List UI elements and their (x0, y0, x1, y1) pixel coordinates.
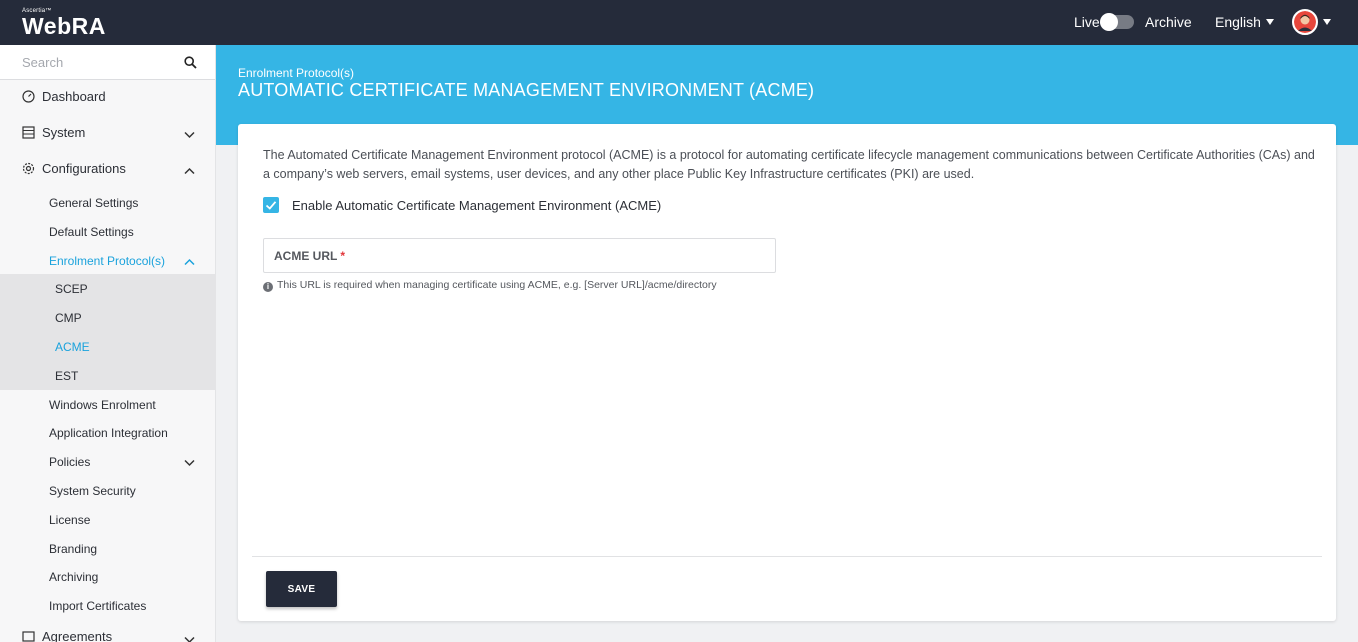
sidebar-item-agreements[interactable]: Agreements (0, 623, 216, 642)
sidebar-item-enrolment-protocols[interactable]: Enrolment Protocol(s) (0, 246, 216, 275)
chevron-up-icon (184, 255, 195, 269)
dashboard-icon (22, 90, 35, 106)
breadcrumb[interactable]: Enrolment Protocol(s) (238, 66, 354, 80)
sidebar-item-policies[interactable]: Policies (0, 447, 216, 476)
user-menu[interactable] (1292, 9, 1331, 35)
description-text: The Automated Certificate Management Env… (263, 148, 1315, 181)
sidebar-item-label: Branding (49, 542, 98, 556)
sidebar-item-label: Configurations (42, 161, 126, 176)
info-icon: i (263, 282, 273, 292)
sidebar-item-acme[interactable]: ACME (0, 332, 216, 361)
acme-url-label: ACME URL * (274, 249, 345, 263)
chevron-down-icon (184, 632, 195, 642)
sidebar-item-general-settings[interactable]: General Settings (0, 188, 216, 217)
sidebar-item-label: Archiving (49, 570, 99, 584)
caret-down-icon (1265, 19, 1274, 25)
avatar (1292, 9, 1318, 35)
language-label: English (1215, 14, 1261, 30)
sidebar-item-license[interactable]: License (0, 505, 216, 534)
sidebar-item-scep[interactable]: SCEP (0, 274, 216, 303)
caret-down-icon (1323, 19, 1331, 25)
sidebar-item-system[interactable]: System (0, 115, 216, 151)
sidebar-item-label: CMP (55, 311, 82, 325)
live-archive-toggle[interactable] (1100, 13, 1134, 31)
sidebar-item-dashboard[interactable]: Dashboard (0, 79, 216, 115)
sidebar: Dashboard System Configurations General … (0, 45, 216, 642)
sidebar-item-import-certificates[interactable]: Import Certificates (0, 591, 216, 620)
save-button[interactable]: SAVE (266, 571, 337, 607)
sidebar-item-application-integration[interactable]: Application Integration (0, 418, 216, 447)
sidebar-item-label: SCEP (55, 282, 88, 296)
gear-icon (22, 162, 35, 178)
sidebar-item-label: Policies (49, 455, 91, 469)
toggle-knob (1100, 13, 1118, 31)
sidebar-item-branding[interactable]: Branding (0, 534, 216, 563)
sidebar-item-label: ACME (55, 340, 90, 354)
language-selector[interactable]: English (1215, 14, 1274, 30)
sidebar-item-label: System (42, 125, 86, 140)
brand-name: WebRA (22, 13, 106, 39)
required-asterisk: * (340, 249, 345, 263)
check-icon (265, 201, 277, 210)
sidebar-item-label: Default Settings (49, 225, 134, 239)
search-input[interactable] (22, 55, 172, 70)
hint-text: This URL is required when managing certi… (277, 279, 717, 291)
sidebar-item-label: System Security (49, 484, 136, 498)
archive-label: Archive (1145, 14, 1192, 30)
divider (252, 556, 1322, 557)
settings-card: The Automated Certificate Management Env… (238, 124, 1336, 621)
sidebar-search (0, 45, 215, 80)
top-bar: Ascertia™ WebRA Live Archive English (0, 0, 1358, 45)
agreements-icon (22, 630, 35, 642)
sidebar-item-cmp[interactable]: CMP (0, 303, 216, 332)
sidebar-item-est[interactable]: EST (0, 361, 216, 390)
sidebar-item-label: General Settings (49, 196, 139, 210)
page-title: AUTOMATIC CERTIFICATE MANAGEMENT ENVIRON… (238, 80, 815, 100)
enable-acme-label[interactable]: Enable Automatic Certificate Management … (292, 198, 661, 213)
acme-url-field[interactable]: ACME URL * (263, 238, 776, 273)
system-icon (22, 126, 35, 142)
acme-url-hint: i This URL is required when managing cert… (263, 279, 717, 292)
chevron-down-icon (184, 456, 195, 470)
sidebar-item-label: Agreements (42, 629, 113, 642)
sidebar-item-configurations[interactable]: Configurations (0, 151, 216, 187)
sidebar-item-archiving[interactable]: Archiving (0, 562, 216, 591)
sidebar-item-label: Dashboard (42, 89, 106, 104)
sidebar-item-label: EST (55, 369, 79, 383)
sidebar-item-label: Import Certificates (49, 599, 147, 613)
sidebar-item-default-settings[interactable]: Default Settings (0, 217, 216, 246)
sidebar-item-label: Enrolment Protocol(s) (49, 254, 166, 268)
sidebar-item-label: Application Integration (49, 426, 168, 440)
chevron-up-icon (184, 163, 195, 178)
chevron-down-icon (184, 127, 195, 142)
sidebar-item-label: Windows Enrolment (49, 398, 156, 412)
sidebar-item-label: License (49, 513, 91, 527)
live-label: Live (1074, 14, 1100, 30)
enable-acme-checkbox[interactable] (263, 197, 279, 213)
acme-url-label-text: ACME URL (274, 249, 338, 263)
sidebar-item-system-security[interactable]: System Security (0, 476, 216, 505)
search-icon[interactable] (184, 56, 197, 74)
brand-logo[interactable]: Ascertia™ WebRA (22, 8, 106, 38)
sidebar-item-windows-enrolment[interactable]: Windows Enrolment (0, 390, 216, 419)
